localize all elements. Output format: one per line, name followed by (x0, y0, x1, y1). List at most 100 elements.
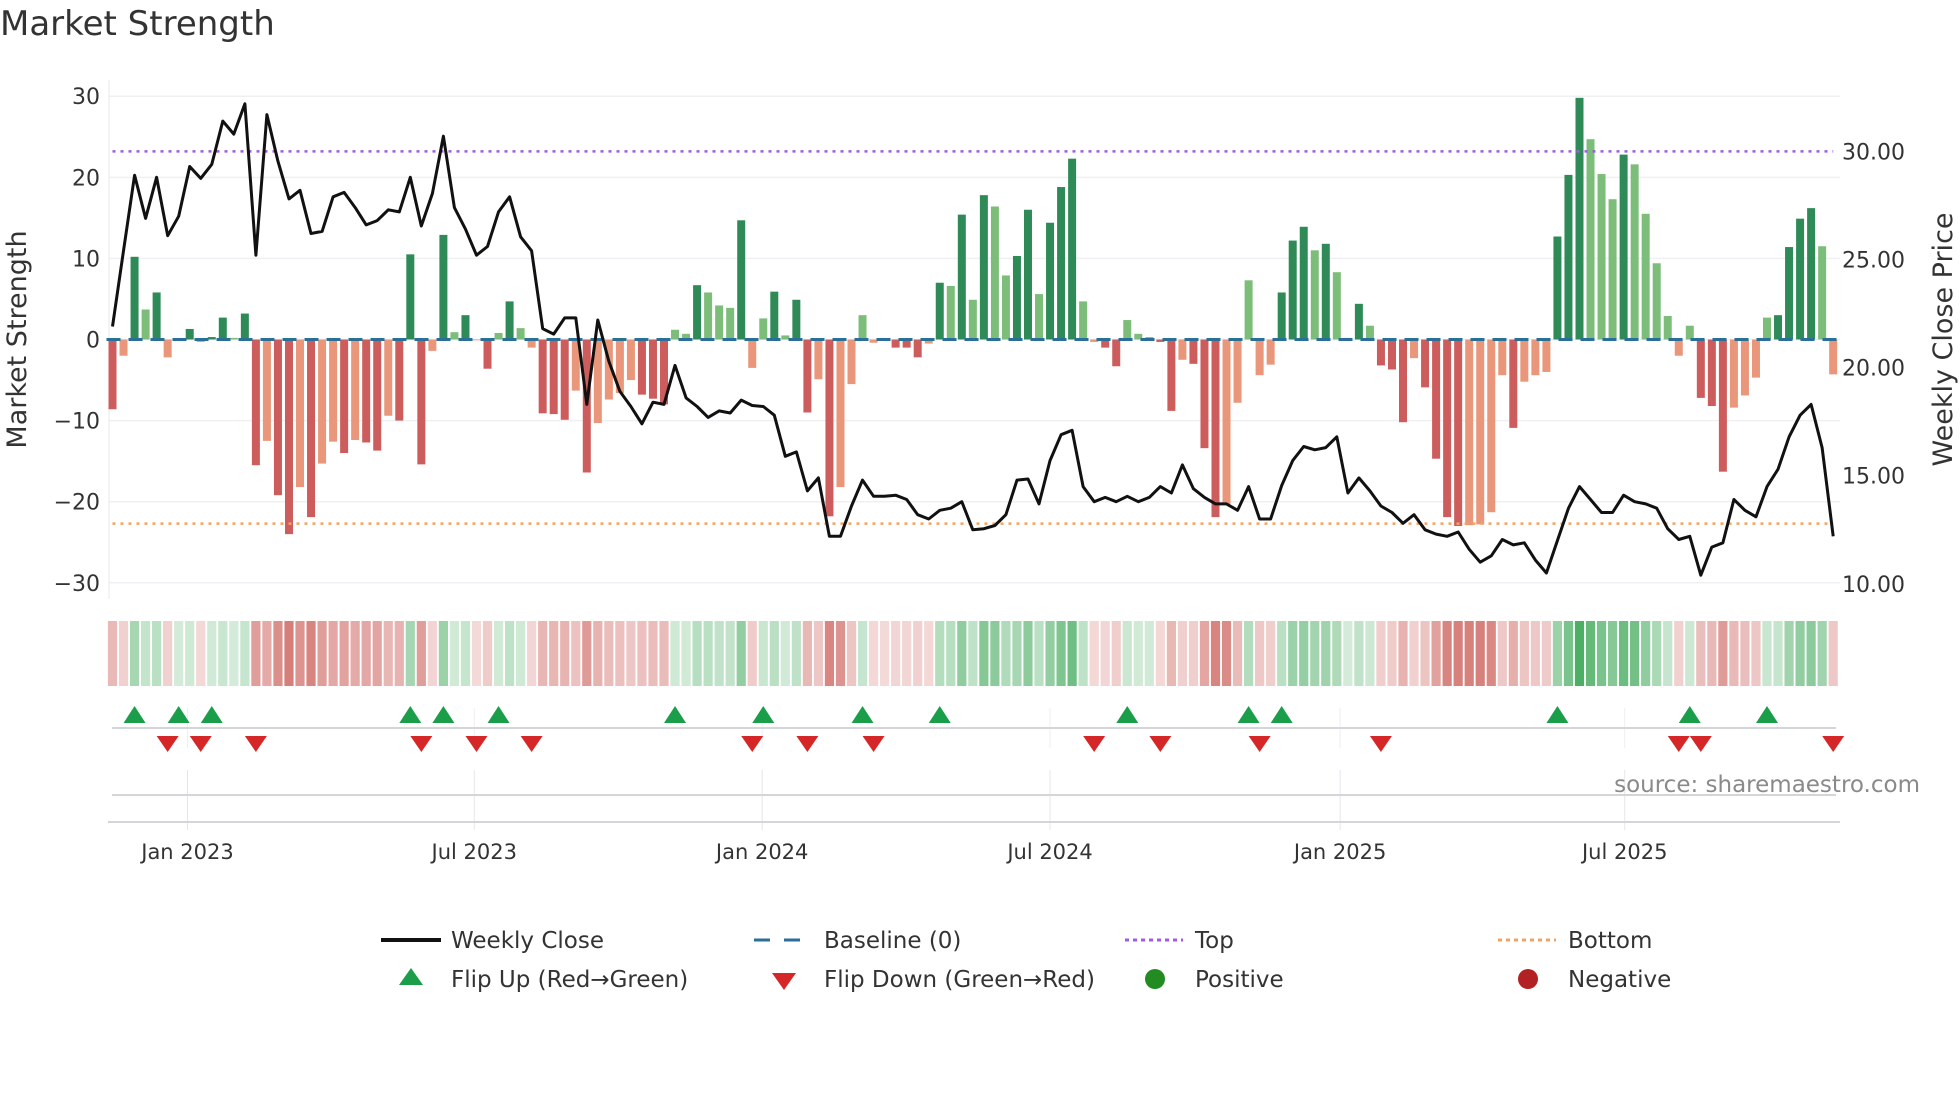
bar-positive (1641, 213, 1650, 340)
strength-strip-cell (979, 621, 989, 686)
legend-item-line: Weekly Close (381, 928, 604, 954)
bar-positive (505, 301, 514, 340)
strength-strip-cell (1199, 621, 1210, 686)
strength-strip-cell (1773, 621, 1783, 686)
flip-down-marker (1248, 736, 1271, 752)
strength-strip-cell (913, 621, 923, 686)
bar-positive (1321, 243, 1330, 340)
bar-negative (1520, 339, 1529, 382)
strength-strip-cell (1067, 621, 1077, 686)
bar-positive (207, 337, 216, 340)
strength-strip-cell (1729, 621, 1739, 686)
bar-positive (935, 282, 944, 340)
bar-positive (218, 317, 227, 340)
bar-positive (792, 299, 801, 340)
strength-strip-cell (1034, 621, 1044, 686)
strength-strip-cell (1464, 621, 1474, 686)
strength-strip-cell (427, 621, 437, 686)
bar-positive (1299, 226, 1308, 340)
bar-negative (1707, 339, 1716, 406)
strength-strip-cell (1078, 621, 1088, 686)
bar-positive (770, 291, 779, 340)
bar-negative (836, 339, 845, 488)
bar-positive (957, 214, 966, 340)
bar-negative (847, 339, 856, 385)
bar-positive (1244, 280, 1253, 340)
strength-strip-cell (769, 621, 779, 686)
strength-strip-cell (1762, 621, 1772, 686)
x-tick-label: Jan 2023 (139, 840, 234, 864)
strength-strip-cell (802, 621, 812, 686)
strength-strip-cell (229, 621, 239, 686)
strength-strip-cell (957, 621, 967, 686)
bar-positive (439, 234, 448, 340)
bar-positive (1123, 320, 1132, 340)
y2-axis-label: Weekly Close Price (1928, 212, 1959, 466)
bar-positive (1652, 263, 1661, 340)
bar-negative (296, 339, 305, 488)
bar-positive (1586, 139, 1595, 340)
bar-negative (119, 339, 128, 356)
strength-strip-cell (129, 621, 140, 686)
strength-strip-cell (1475, 621, 1485, 686)
strength-strip-cell (471, 621, 482, 686)
strength-strip-cell (1630, 621, 1640, 686)
bar-negative (1200, 339, 1209, 449)
strength-strip-cell (703, 621, 713, 686)
strength-strip-cell (1398, 621, 1408, 686)
legend-label: Baseline (0) (824, 928, 961, 954)
legend-circle-icon (1518, 969, 1538, 989)
bar-negative (1729, 339, 1738, 408)
strength-strip-cell (1828, 621, 1838, 686)
bar-positive (1035, 294, 1044, 340)
strength-strip-cell (736, 621, 746, 686)
flip-up-marker (664, 706, 687, 723)
bar-positive (494, 333, 503, 340)
bar-negative (362, 339, 371, 443)
strength-strip-cell (648, 621, 658, 686)
bar-negative (1266, 339, 1275, 365)
bar-negative (1740, 339, 1749, 396)
flip-up-marker (851, 706, 874, 723)
bar-positive (1553, 236, 1562, 340)
bar-negative (1399, 339, 1408, 423)
strength-strip-cell (1111, 621, 1121, 686)
strength-strip-cell (1530, 621, 1540, 686)
bar-negative (384, 339, 393, 416)
strength-strip-cell (1299, 621, 1309, 686)
bar-negative (472, 339, 481, 341)
strength-strip-cell (1442, 621, 1452, 686)
flip-up-marker (1756, 706, 1778, 723)
bar-negative (351, 339, 360, 441)
strength-strip-cell (339, 621, 349, 686)
y-tick-label: −10 (54, 410, 100, 435)
strength-strip-cell (1707, 621, 1717, 686)
strength-strip-cell (527, 621, 537, 686)
strength-strip-cell (1718, 621, 1728, 686)
strength-strip-cell (196, 621, 206, 686)
strength-strip-cell (152, 621, 162, 686)
bar-negative (1387, 339, 1396, 370)
strength-strip-cell (482, 621, 493, 686)
strength-strip-cell (1674, 621, 1684, 686)
strength-strip-cell (902, 621, 912, 686)
bar-positive (979, 195, 988, 340)
flip-down-marker (1149, 736, 1172, 752)
strength-strip-cell (516, 621, 526, 686)
bar-positive (152, 292, 161, 340)
flip-down-marker (1369, 736, 1392, 752)
bar-positive (1277, 292, 1286, 340)
bar-positive (1001, 275, 1010, 340)
strength-strip-cell (1652, 621, 1662, 686)
bar-negative (1255, 339, 1264, 376)
bar-negative (307, 339, 316, 518)
bar-positive (1608, 199, 1617, 340)
strength-strip-cell (1563, 621, 1574, 686)
strength-strip-cell (1784, 621, 1794, 686)
strength-strip-cell (460, 621, 471, 686)
strength-strip-cell (1332, 621, 1342, 686)
bar-negative (417, 339, 426, 465)
strength-strip-cell (262, 621, 272, 686)
strength-strip-cell (1740, 621, 1750, 686)
bar-positive (406, 254, 415, 340)
